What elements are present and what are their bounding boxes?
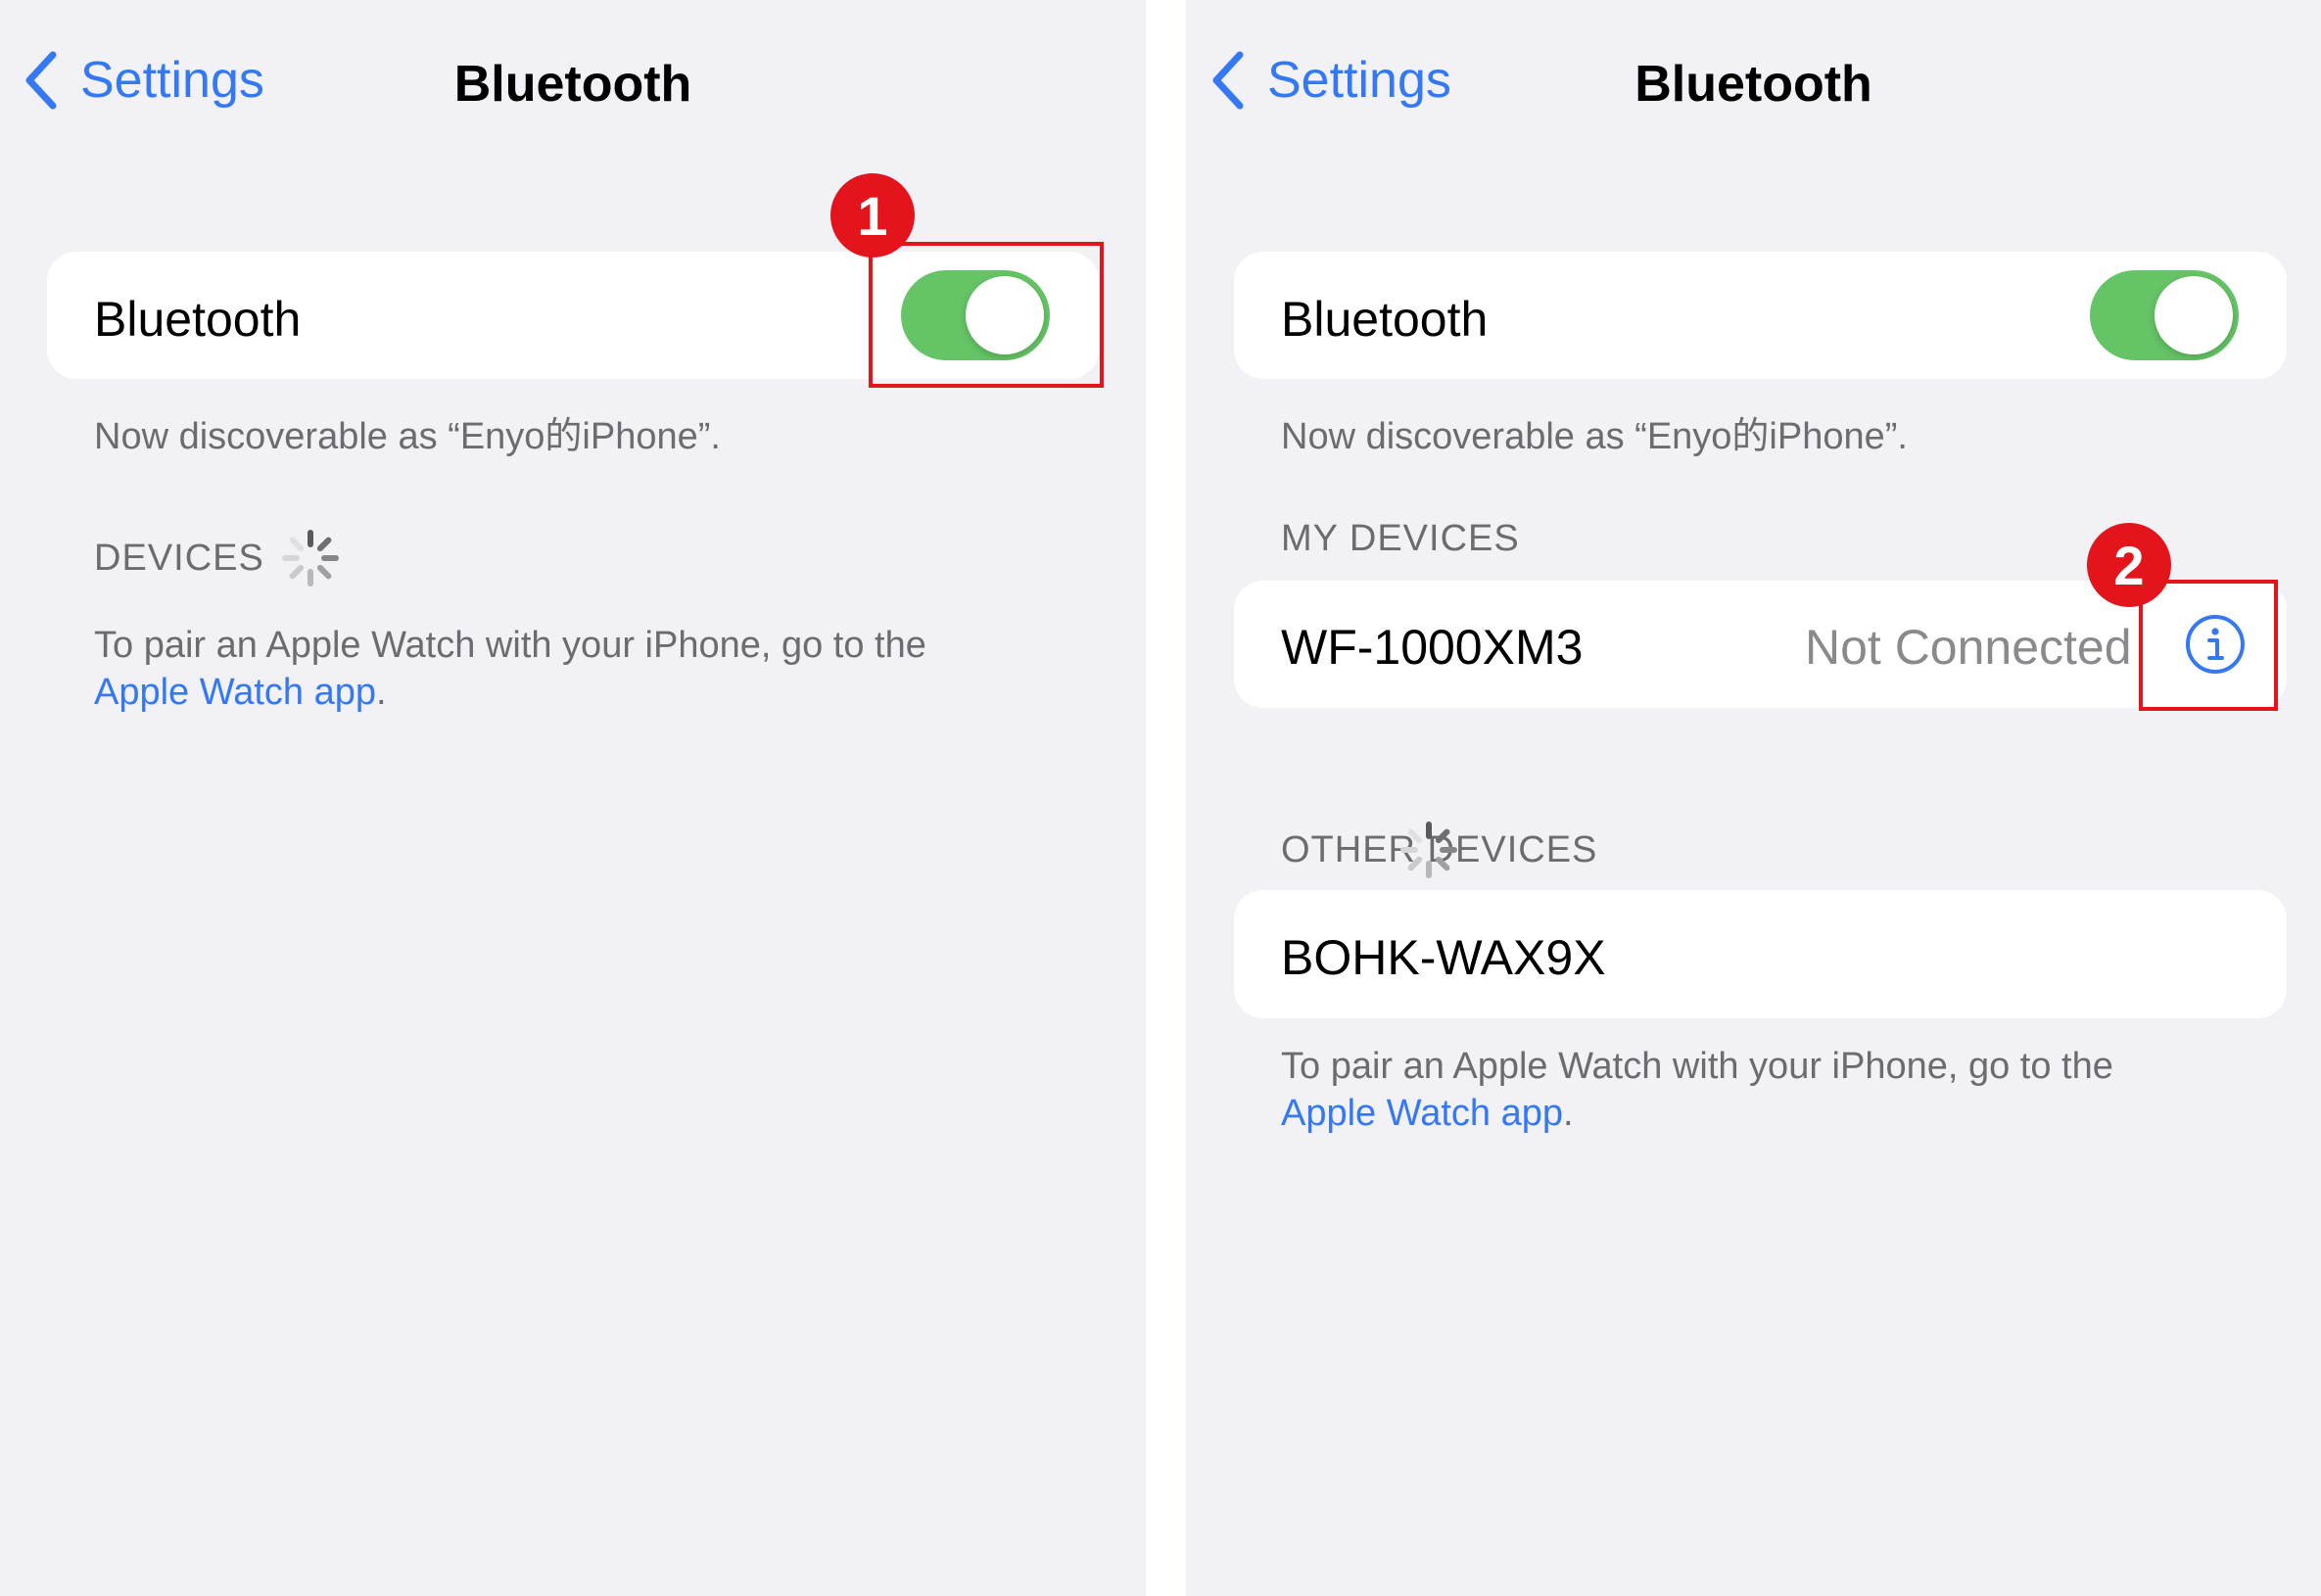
discoverable-text: Now discoverable as “Enyo的iPhone”. <box>94 416 721 457</box>
pair-watch-suffix: . <box>376 672 387 713</box>
bluetooth-row-label: Bluetooth <box>1281 292 1489 347</box>
toggle-knob <box>2155 276 2233 354</box>
pair-watch-text: To pair an Apple Watch with your iPhone,… <box>94 625 926 666</box>
step-badge-2: 2 <box>2087 523 2171 607</box>
device-status: Not Connected <box>1805 620 2132 675</box>
bluetooth-row: Bluetooth <box>1234 252 2287 379</box>
pair-watch-link-line: Apple Watch app. <box>1281 1093 1574 1135</box>
activity-spinner-icon <box>282 530 339 587</box>
right-screen: Settings Bluetooth Bluetooth Now discove… <box>1186 0 2321 1596</box>
pair-watch-text: To pair an Apple Watch with your iPhone,… <box>1281 1046 2113 1087</box>
pair-watch-link-line: Apple Watch app. <box>94 672 387 714</box>
toggle-highlight-box <box>869 242 1104 388</box>
other-device-row[interactable]: BOHK-WAX9X <box>1234 890 2287 1018</box>
discoverable-text: Now discoverable as “Enyo的iPhone”. <box>1281 416 1908 457</box>
device-name: WF-1000XM3 <box>1281 620 1584 675</box>
page-title: Bluetooth <box>1634 56 1872 113</box>
step-badge-1: 1 <box>830 173 915 258</box>
devices-header: DEVICES <box>94 538 264 579</box>
page-title: Bluetooth <box>453 56 692 113</box>
pair-watch-suffix: . <box>1563 1093 1574 1134</box>
bluetooth-row-label: Bluetooth <box>94 292 302 347</box>
apple-watch-app-link[interactable]: Apple Watch app <box>94 672 376 713</box>
device-name: BOHK-WAX9X <box>1281 930 1606 985</box>
activity-spinner-icon <box>1400 821 1457 878</box>
apple-watch-app-link[interactable]: Apple Watch app <box>1281 1093 1563 1134</box>
info-highlight-box <box>2139 580 2278 711</box>
left-screen: Settings Bluetooth Bluetooth Now discove… <box>0 0 1146 1596</box>
bluetooth-toggle[interactable] <box>2090 270 2239 360</box>
my-devices-header: MY DEVICES <box>1281 518 1520 559</box>
